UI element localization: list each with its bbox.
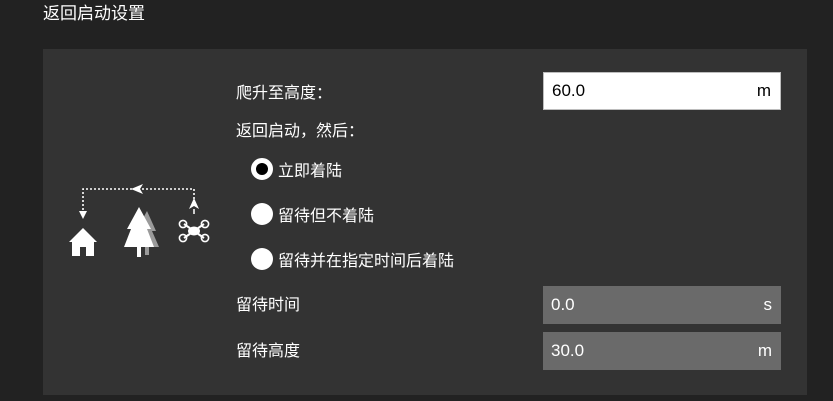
radio-selected-indicator xyxy=(251,158,273,180)
radio-land-immediately[interactable]: 立即着陆 xyxy=(251,156,342,182)
climb-altitude-value: 60.0 xyxy=(552,81,586,100)
trees-icon xyxy=(124,207,159,257)
radio-loiter-no-land[interactable]: 留待但不着陆 xyxy=(251,201,374,227)
climb-altitude-label: 爬升至高度： xyxy=(236,83,333,102)
loiter-altitude-value: 30.0 xyxy=(551,341,585,360)
loiter-altitude-field[interactable]: 30.0 m xyxy=(543,332,781,370)
climb-altitude-unit: m xyxy=(756,81,771,100)
rtl-settings-panel: 爬升至高度： 60.0 m 返回启动，然后： 立即着陆 留待但不着陆 留待并在指… xyxy=(43,49,807,395)
return-to-launch-illustration xyxy=(69,184,210,257)
radio-loiter-then-land-label: 留待并在指定时间后着陆 xyxy=(278,251,455,270)
home-icon xyxy=(69,228,97,256)
loiter-altitude-label: 留待高度 xyxy=(236,341,301,360)
after-return-label: 返回启动，然后： xyxy=(236,121,365,140)
radio-unselected-indicator xyxy=(251,203,273,225)
section-title: 返回启动设置 xyxy=(43,4,145,24)
radio-land-immediately-label: 立即着陆 xyxy=(278,161,343,180)
loiter-time-value: 0.0 xyxy=(551,295,575,314)
loiter-altitude-unit: m xyxy=(757,341,772,360)
climb-altitude-field[interactable]: 60.0 m xyxy=(543,72,781,110)
drone-icon xyxy=(178,198,210,243)
loiter-time-field[interactable]: 0.0 s xyxy=(543,286,781,324)
loiter-time-label: 留待时间 xyxy=(236,295,301,314)
radio-loiter-then-land[interactable]: 留待并在指定时间后着陆 xyxy=(251,246,454,272)
loiter-time-unit: s xyxy=(763,295,773,314)
radio-unselected-indicator xyxy=(251,248,273,270)
radio-loiter-no-land-label: 留待但不着陆 xyxy=(278,206,375,225)
